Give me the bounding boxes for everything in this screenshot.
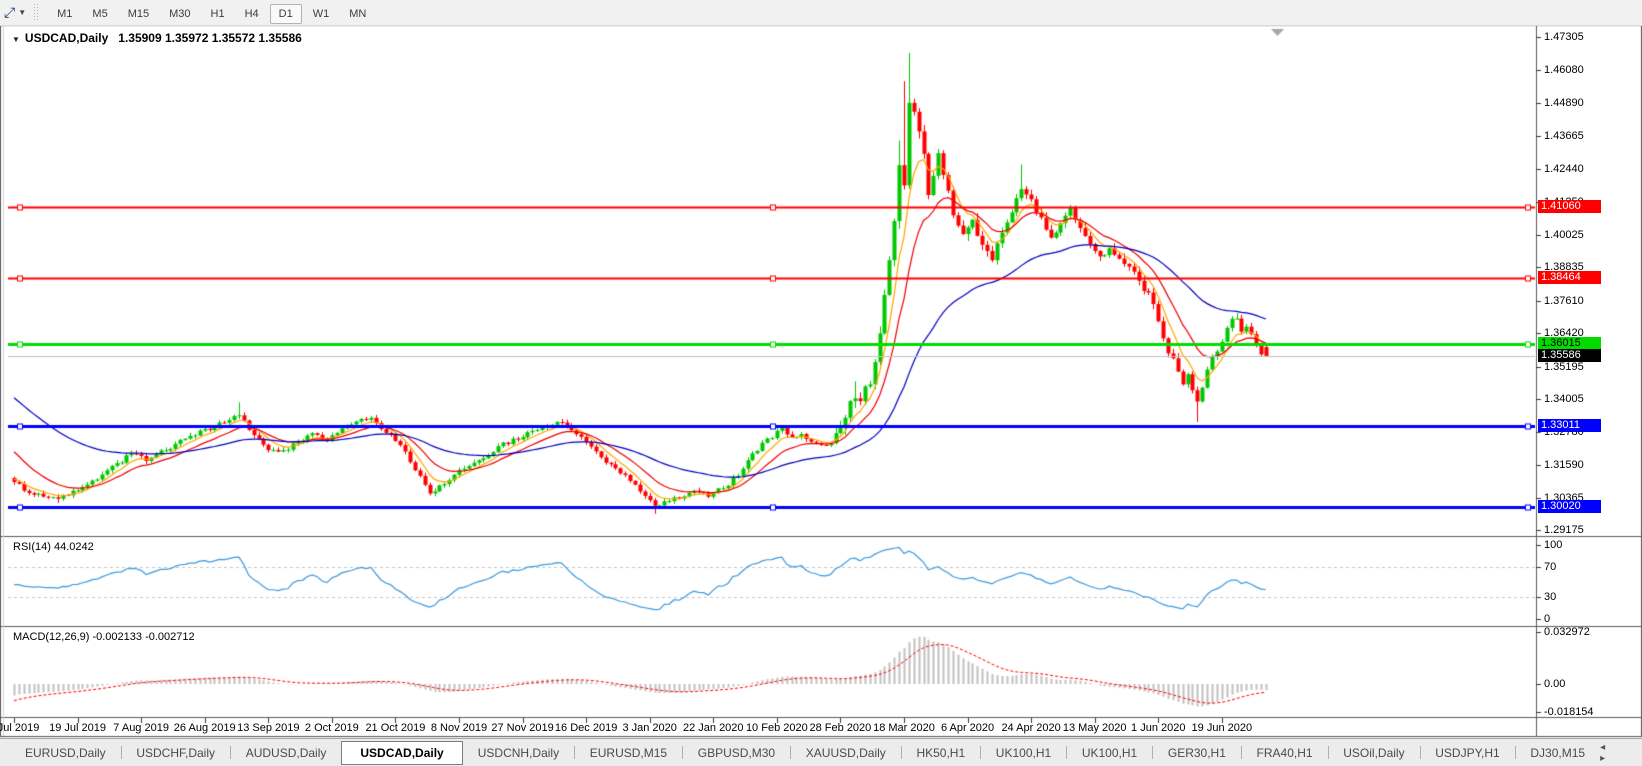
price-level-tag: 1.33011	[1538, 418, 1601, 432]
date-axis-label: 19 Jul 2019	[49, 722, 107, 734]
timeframe-button-MN[interactable]: MN	[340, 4, 375, 24]
symbol-tab-bar: EURUSD,Daily USDCHF,Daily AUDUSD,Daily USDC…	[0, 738, 1642, 766]
current-price-tag: 1.35586	[1538, 348, 1601, 362]
rsi-axis-label: 0	[1544, 613, 1551, 625]
toolbar: ⤢ ▼ M1 M5 M15 M30 H1 H4 D1 W1 MN	[0, 0, 1642, 26]
date-axis-label: 24 Apr 2020	[1001, 722, 1061, 734]
symbol-tab-uk100-h1[interactable]: UK100,H1	[981, 742, 1066, 764]
date-axis-label: 27 Nov 2019	[491, 722, 554, 734]
symbol-tab-hk50-h1[interactable]: HK50,H1	[901, 742, 980, 764]
toolbar-grip[interactable]	[34, 4, 40, 21]
rsi-indicator-label: RSI(14) 44.0242	[13, 541, 94, 553]
symbol-tab-dj30-m15[interactable]: DJ30,M15	[1515, 742, 1600, 764]
price-axis-label: 1.46080	[1544, 64, 1584, 77]
symbol-tab-fra40-h1[interactable]: FRA40,H1	[1242, 742, 1328, 764]
price-axis-label: 1.44890	[1544, 96, 1584, 109]
price-axis-label: 1.42440	[1544, 163, 1584, 176]
timeframe-button-M30[interactable]: M30	[160, 4, 199, 24]
chart-ohlc-values: 1.35909 1.35972 1.35572 1.35586	[118, 31, 302, 45]
timeframe-button-H1[interactable]: H1	[202, 4, 234, 24]
symbol-tab-uk100-h1[interactable]: UK100,H1	[1067, 742, 1152, 764]
symbol-tab-usoil-daily[interactable]: USOil,Daily	[1328, 742, 1419, 764]
macd-axis-label: 0.032972	[1544, 626, 1590, 639]
price-axis-label: 1.47305	[1544, 31, 1584, 43]
chart-symbol: USDCAD,Daily	[24, 31, 109, 45]
symbol-tab-eurusd-m15[interactable]: EURUSD,M15	[575, 742, 682, 764]
timeframe-button-W1[interactable]: W1	[304, 4, 339, 24]
timeframe-button-H4[interactable]: H4	[236, 4, 268, 24]
date-axis-label: 13 May 2020	[1062, 722, 1127, 734]
symbol-tab-audusd-daily[interactable]: AUDUSD,Daily	[231, 742, 342, 764]
date-axis-label: 26 Aug 2019	[173, 722, 236, 734]
date-axis-label: 8 Nov 2019	[430, 722, 488, 734]
date-axis-label: 1 Jul 2019	[0, 722, 40, 734]
date-axis-label: 6 Apr 2020	[940, 722, 995, 734]
symbol-tab-usdchf-daily[interactable]: USDCHF,Daily	[121, 742, 230, 764]
date-axis-label: 19 Jun 2020	[1191, 722, 1253, 734]
date-axis-label: 16 Dec 2019	[554, 722, 618, 734]
date-axis-label: 22 Jan 2020	[682, 722, 744, 734]
date-axis-label: 1 Jun 2020	[1131, 722, 1186, 734]
price-axis-label: 1.34005	[1544, 392, 1584, 405]
symbol-tab-eurusd-daily[interactable]: EURUSD,Daily	[10, 742, 121, 764]
macd-axis-label: -0.018154	[1544, 706, 1594, 718]
price-level-tag: 1.38464	[1538, 270, 1601, 284]
price-axis-label: 1.31590	[1544, 458, 1584, 471]
symbol-tab-ger30-h1[interactable]: GER30,H1	[1153, 742, 1241, 764]
price-axis-label: 1.35195	[1544, 360, 1584, 373]
timeframe-button-M1[interactable]: M1	[48, 4, 81, 24]
timeframe-button-D1[interactable]: D1	[269, 3, 302, 24]
price-axis-label: 1.43665	[1544, 130, 1584, 143]
symbol-tab-usdjpy-h1[interactable]: USDJPY,H1	[1420, 742, 1514, 764]
date-axis-label: 18 Mar 2020	[873, 722, 935, 734]
price-axis-label: 1.29175	[1544, 524, 1584, 537]
rsi-axis-label: 30	[1544, 590, 1557, 603]
crosshair-cursor-tool-icon[interactable]: ⤢	[4, 4, 15, 21]
timeframe-button-M15[interactable]: M15	[119, 4, 158, 24]
chart-title[interactable]: ▼ USDCAD,Daily 1.35909 1.35972 1.35572 1.3…	[12, 31, 302, 45]
date-axis-label: 13 Sep 2019	[237, 722, 300, 734]
date-axis-label: 2 Oct 2019	[304, 722, 359, 734]
date-axis-label: 7 Aug 2019	[113, 722, 169, 734]
date-axis-label: 3 Jan 2020	[622, 722, 677, 734]
macd-axis-label: 0.00	[1544, 678, 1566, 690]
macd-indicator-label: MACD(12,26,9) -0.002133 -0.002712	[13, 631, 195, 643]
dropdown-caret-icon[interactable]: ▼	[18, 8, 26, 17]
date-axis-label: 28 Feb 2020	[809, 722, 872, 734]
price-axis-label: 1.40025	[1544, 229, 1584, 242]
date-axis-label: 21 Oct 2019	[365, 722, 426, 734]
timeframe-button-M5[interactable]: M5	[83, 4, 116, 24]
chart-canvas[interactable]	[0, 0, 1642, 766]
symbol-tab-xauusd-daily[interactable]: XAUUSD,Daily	[791, 742, 901, 764]
symbol-tab-usdcnh-daily[interactable]: USDCNH,Daily	[463, 742, 574, 764]
price-axis-label: 1.37610	[1544, 294, 1584, 307]
symbol-tab-usdcad-daily[interactable]: USDCAD,Daily	[341, 740, 463, 765]
price-level-tag: 1.30020	[1538, 500, 1601, 514]
chart-title-caret-icon: ▼	[12, 35, 20, 44]
timeframe-button-group: M1 M5 M15 M30 H1 H4 D1 W1 MN	[47, 3, 376, 24]
rsi-axis-label: 100	[1544, 539, 1563, 551]
date-axis-label: 10 Feb 2020	[745, 722, 808, 734]
symbol-tab-gbpusd-m30[interactable]: GBPUSD,M30	[683, 742, 790, 764]
tab-scroll-arrows-icon[interactable]: ◂ ▸	[1600, 742, 1628, 764]
rsi-axis-label: 70	[1544, 561, 1557, 574]
metatrader-window: ⤢ ▼ M1 M5 M15 M30 H1 H4 D1 W1 MN ▼ USDCAD,Daily 1.…	[0, 0, 1642, 766]
price-level-tag: 1.41060	[1538, 199, 1601, 213]
